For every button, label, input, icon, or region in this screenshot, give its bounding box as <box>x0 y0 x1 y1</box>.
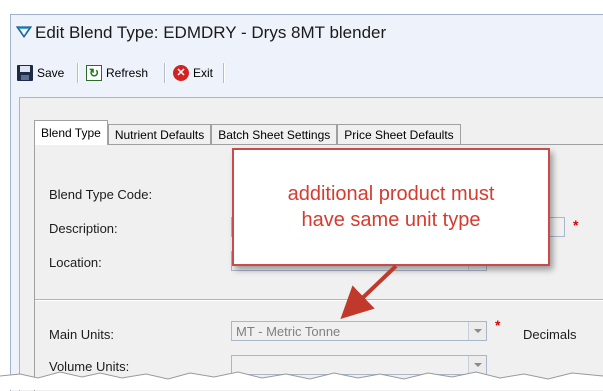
arrow-line <box>340 264 398 320</box>
callout-arrow <box>340 264 398 320</box>
torn-edge <box>0 371 603 390</box>
